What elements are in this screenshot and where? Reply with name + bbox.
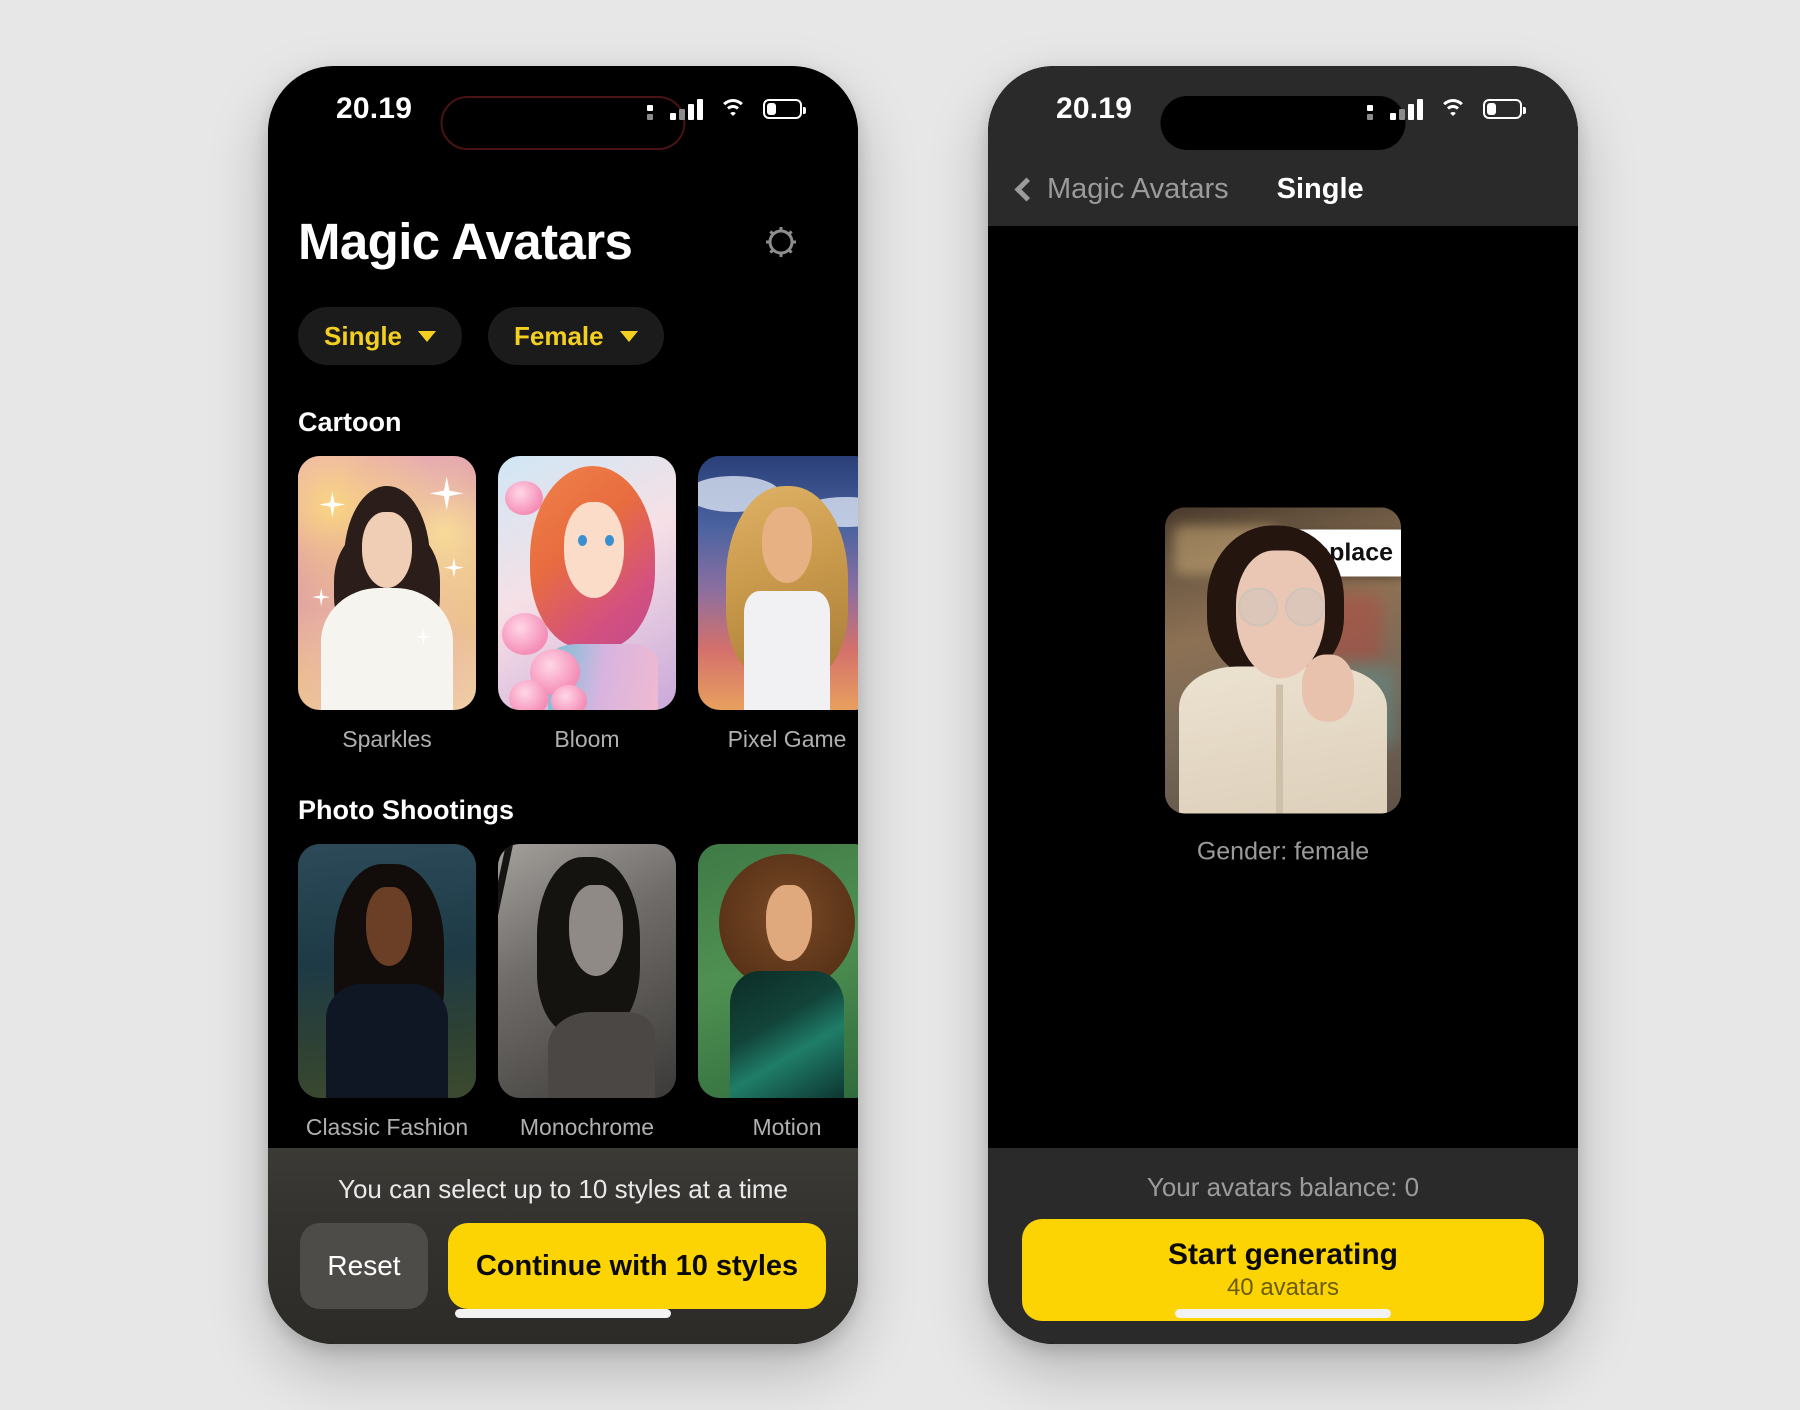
artwork-pixel-game (698, 456, 858, 710)
screenshot-stage: 20.19 Magic Avatars Single Female Cartoo… (0, 0, 1800, 1410)
left-status-bar: 20.19 (268, 66, 858, 152)
signal-dots-icon (1367, 98, 1373, 120)
style-card-pixel-game[interactable]: Pixel Game (698, 456, 858, 753)
style-card-label: Monochrome (519, 1114, 655, 1140)
start-generating-subtitle: 40 avatars (1226, 1274, 1340, 1301)
left-screen: 20.19 Magic Avatars Single Female Cartoo… (268, 66, 858, 1344)
filter-chip-single-label: Single (324, 320, 403, 351)
nav-title: Single (1276, 172, 1364, 205)
battery-low-icon (763, 99, 806, 119)
style-card-motion[interactable]: Motion (698, 844, 858, 1141)
style-card-sparkles[interactable]: Sparkles (298, 456, 476, 753)
back-button[interactable]: Magic Avatars (1014, 173, 1229, 206)
artwork-bloom (498, 456, 676, 710)
style-thumbnail[interactable] (698, 456, 858, 710)
style-thumbnail[interactable] (498, 456, 676, 710)
artwork-sparkles (298, 456, 476, 710)
section-cartoon: Cartoon Sparkles Bloom Pixel Game (268, 407, 858, 753)
phone-left: 20.19 Magic Avatars Single Female Cartoo… (268, 66, 858, 1344)
style-card-label: Pixel Game (727, 726, 847, 752)
user-photo[interactable]: Replace (1165, 507, 1401, 814)
right-body: Replace Gender: female (988, 226, 1578, 1148)
signal-dots-icon (647, 98, 653, 120)
user-photo-block: Replace Gender: female (1165, 507, 1401, 867)
status-clock: 20.19 (336, 92, 413, 125)
style-card-bloom[interactable]: Bloom (498, 456, 676, 753)
page-title: Magic Avatars (298, 213, 633, 270)
style-card-label: Bloom (554, 726, 620, 752)
chevron-down-icon (619, 330, 638, 342)
style-card-label: Sparkles (342, 726, 432, 752)
style-card-label: Classic Fashion (305, 1114, 469, 1140)
home-indicator[interactable] (1175, 1309, 1391, 1318)
signal-bars-icon (1390, 98, 1423, 120)
filter-chip-gender[interactable]: Female (488, 307, 664, 365)
artwork-monochrome (498, 844, 676, 1098)
home-indicator[interactable] (455, 1309, 671, 1318)
section-title: Photo Shootings (298, 795, 514, 825)
chevron-down-icon (418, 330, 437, 342)
style-thumbnail[interactable] (498, 844, 676, 1098)
style-thumbnail[interactable] (698, 844, 858, 1098)
back-button-label: Magic Avatars (1047, 172, 1229, 205)
status-icons (647, 98, 806, 120)
phone-right: 20.19 Magic Avatars Single Replace Gende… (988, 66, 1578, 1344)
section-title: Cartoon (298, 407, 402, 437)
start-generating-button[interactable]: Start generating 40 avatars (1022, 1219, 1544, 1321)
status-icons (1367, 98, 1526, 120)
wifi-icon (1439, 98, 1467, 120)
reset-button[interactable]: Reset (300, 1223, 428, 1309)
gender-label: Gender: female (1196, 837, 1370, 866)
continue-button[interactable]: Continue with 10 styles (448, 1223, 826, 1309)
selection-hint: You can select up to 10 styles at a time (338, 1174, 788, 1204)
start-generating-title: Start generating (1167, 1238, 1399, 1271)
style-thumbnail[interactable] (298, 456, 476, 710)
style-card-monochrome[interactable]: Monochrome (498, 844, 676, 1141)
right-screen: 20.19 Magic Avatars Single Replace Gende… (988, 66, 1578, 1344)
style-card-row: Classic Fashion Monochrome Motion (298, 844, 858, 1141)
artwork-motion (698, 844, 858, 1098)
avatars-balance: Your avatars balance: 0 (1146, 1172, 1420, 1202)
navigation-bar: Magic Avatars Single (988, 152, 1578, 226)
section-photo-shootings: Photo Shootings Classic Fashion Monochro… (268, 795, 858, 1141)
style-thumbnail[interactable] (298, 844, 476, 1098)
battery-low-icon (1483, 99, 1526, 119)
artwork-classic-fashion (298, 844, 476, 1098)
signal-bars-icon (670, 98, 703, 120)
footer-button-row: Reset Continue with 10 styles (268, 1205, 858, 1309)
left-header: Magic Avatars (268, 152, 858, 271)
right-footer-bar: Your avatars balance: 0 Start generating… (988, 1148, 1578, 1344)
style-card-classic-fashion[interactable]: Classic Fashion (298, 844, 476, 1141)
style-card-label: Motion (752, 1114, 822, 1140)
filter-chips: Single Female (268, 271, 858, 365)
wifi-icon (719, 98, 747, 120)
chevron-left-icon (1014, 176, 1039, 202)
status-clock: 20.19 (1056, 92, 1133, 125)
style-card-row: Sparkles Bloom Pixel Game (298, 456, 858, 753)
filter-chip-gender-label: Female (514, 320, 604, 351)
gear-icon[interactable] (760, 221, 802, 263)
left-footer-bar: You can select up to 10 styles at a time… (268, 1148, 858, 1344)
filter-chip-single[interactable]: Single (298, 307, 463, 365)
right-status-bar: 20.19 (988, 66, 1578, 152)
